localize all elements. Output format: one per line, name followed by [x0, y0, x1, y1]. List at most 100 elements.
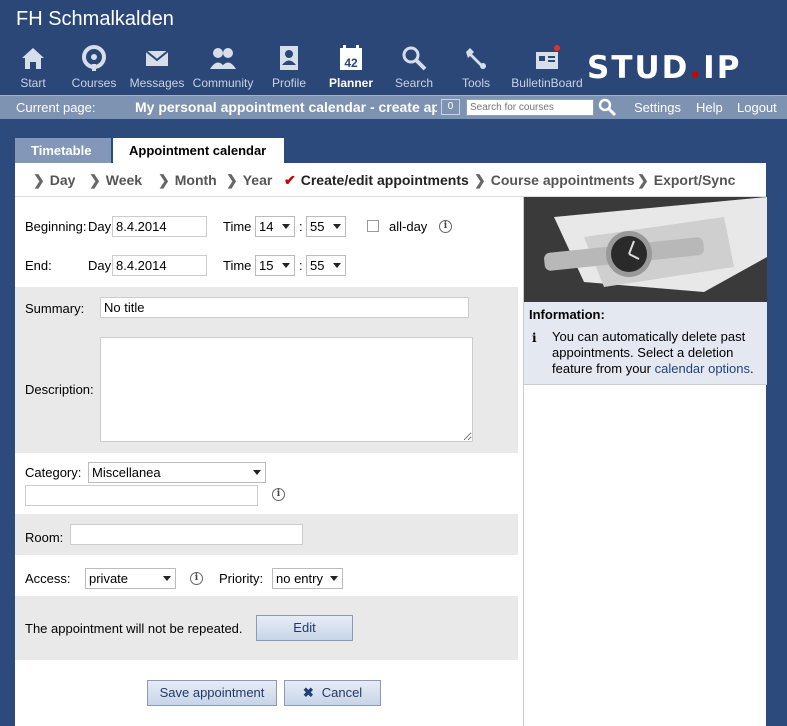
information-box: Information: i You can automatically del… [524, 302, 767, 385]
search-icon [399, 44, 429, 72]
category-text-input[interactable] [25, 485, 258, 506]
current-page-label: Current page: [16, 100, 96, 115]
day-label: Day [88, 219, 112, 234]
profile-icon [274, 44, 304, 72]
search-icon[interactable] [598, 98, 617, 117]
sub-navigation: ❯ Day ❯ Week ❯ Month ❯ Year ✔ Create/edit app… [15, 163, 766, 197]
chevron-down-icon: ✔ [284, 172, 296, 188]
room-input[interactable] [70, 524, 303, 545]
info-icon[interactable]: i [272, 488, 285, 501]
dropdown-arrow-icon [330, 576, 338, 581]
begin-day-input[interactable] [112, 216, 207, 237]
appointment-form: Beginning: Day Time 14 : 55 all-day i En… [15, 201, 518, 660]
end-label: End: [25, 258, 52, 273]
current-page-bar: Current page: My personal appointment ca… [0, 95, 787, 119]
cancel-button[interactable]: ✖ Cancel [284, 680, 381, 706]
subnav-week[interactable]: ❯ Week [89, 172, 142, 189]
end-hour-select[interactable]: 15 [255, 255, 295, 276]
nav-messages[interactable]: Messages [121, 44, 193, 90]
calendar-badge: 42 [344, 56, 358, 70]
nav-label: Messages [129, 76, 185, 90]
info-icon[interactable]: i [190, 572, 203, 585]
access-select[interactable]: private [85, 568, 176, 589]
calendar-options-link[interactable]: calendar options [655, 361, 750, 376]
chevron-right-icon: ❯ [158, 172, 170, 188]
begin-hour-select[interactable]: 14 [255, 216, 295, 237]
nav-courses[interactable]: Courses [58, 44, 130, 90]
room-section: Room: [15, 514, 518, 555]
dropdown-arrow-icon [333, 263, 341, 268]
time-label: Time [223, 219, 252, 234]
end-day-input[interactable] [112, 255, 207, 276]
category-select[interactable]: Miscellanea [88, 462, 266, 483]
nav-label: Search [394, 76, 434, 90]
description-label: Description: [25, 382, 94, 397]
wrench-icon [461, 44, 491, 72]
nav-community[interactable]: Community [187, 44, 259, 90]
save-appointment-button[interactable]: Save appointment [147, 680, 277, 706]
header: FH Schmalkalden Start Courses Messages C… [0, 0, 787, 95]
notification-counter[interactable]: 0 [441, 99, 460, 115]
dropdown-arrow-icon [163, 576, 171, 581]
studip-logo[interactable]: STUD.IP [587, 50, 741, 86]
info-icon: i [532, 331, 537, 345]
access-section: Access: private i Priority: no entry [15, 555, 518, 596]
sidebar-photo [524, 197, 767, 302]
nav-planner[interactable]: 42 Planner [315, 44, 387, 90]
repeat-section: The appointment will not be repeated. Ed… [15, 596, 518, 660]
information-text: You can automatically delete past appoin… [552, 329, 754, 376]
nav-bulletinboard[interactable]: BulletinBoard [510, 44, 584, 90]
summary-input[interactable] [100, 297, 469, 318]
envelope-icon [142, 44, 172, 72]
sidebar: Information: i You can automatically del… [523, 197, 767, 726]
chevron-right-icon: ❯ [33, 172, 45, 188]
info-icon[interactable]: i [439, 220, 452, 233]
category-section: Category: Miscellanea i [15, 453, 518, 514]
summary-section: Summary: Description: [15, 287, 518, 453]
end-minute-select[interactable]: 55 [306, 255, 346, 276]
subnav-create-edit[interactable]: ✔ Create/edit appointments [284, 172, 469, 189]
information-title: Information: [529, 307, 605, 322]
nav-label: Tools [461, 76, 490, 90]
subnav-course-appointments[interactable]: ❯ Course appointments [474, 172, 635, 189]
description-textarea[interactable] [100, 337, 473, 442]
day-label: Day [88, 258, 112, 273]
help-link[interactable]: Help [696, 100, 723, 115]
summary-label: Summary: [25, 301, 85, 316]
tab-appointment-calendar[interactable]: Appointment calendar [113, 138, 284, 164]
repeat-text: The appointment will not be repeated. [25, 621, 243, 636]
logout-link[interactable]: Logout [737, 100, 777, 115]
subnav-day[interactable]: ❯ Day [33, 172, 75, 189]
settings-link[interactable]: Settings [634, 100, 681, 115]
dropdown-arrow-icon [333, 224, 341, 229]
subnav-year[interactable]: ❯ Year [226, 172, 272, 189]
nav-label: BulletinBoard [511, 76, 583, 90]
nav-label: Planner [328, 76, 373, 90]
community-icon [208, 44, 238, 72]
all-day-checkbox[interactable] [367, 220, 379, 232]
time-label: Time [223, 258, 252, 273]
course-search-input[interactable] [466, 99, 594, 116]
tab-timetable[interactable]: Timetable [15, 138, 111, 164]
subnav-month[interactable]: ❯ Month [158, 172, 217, 189]
bulletin-board-icon [532, 44, 562, 72]
chevron-right-icon: ❯ [637, 172, 649, 188]
home-icon [18, 44, 48, 72]
begin-minute-select[interactable]: 55 [306, 216, 346, 237]
dropdown-arrow-icon [253, 470, 261, 475]
edit-repeat-button[interactable]: Edit [256, 615, 353, 641]
priority-label: Priority: [219, 571, 264, 586]
main-content: ❯ Day ❯ Week ❯ Month ❯ Year ✔ Create/edit app… [15, 163, 767, 726]
courses-icon [79, 44, 109, 72]
subnav-export-sync[interactable]: ❯ Export/Sync [637, 172, 735, 189]
priority-select[interactable]: no entry [272, 568, 343, 589]
calendar-icon: 42 [336, 44, 366, 72]
chevron-right-icon: ❯ [474, 172, 486, 188]
nav-label: Community [192, 76, 254, 90]
room-label: Room: [25, 530, 64, 545]
site-title: FH Schmalkalden [16, 8, 174, 30]
chevron-right-icon: ❯ [89, 172, 101, 188]
nav-tools[interactable]: Tools [440, 44, 512, 90]
scrollbar[interactable] [776, 119, 787, 726]
dropdown-arrow-icon [282, 224, 290, 229]
